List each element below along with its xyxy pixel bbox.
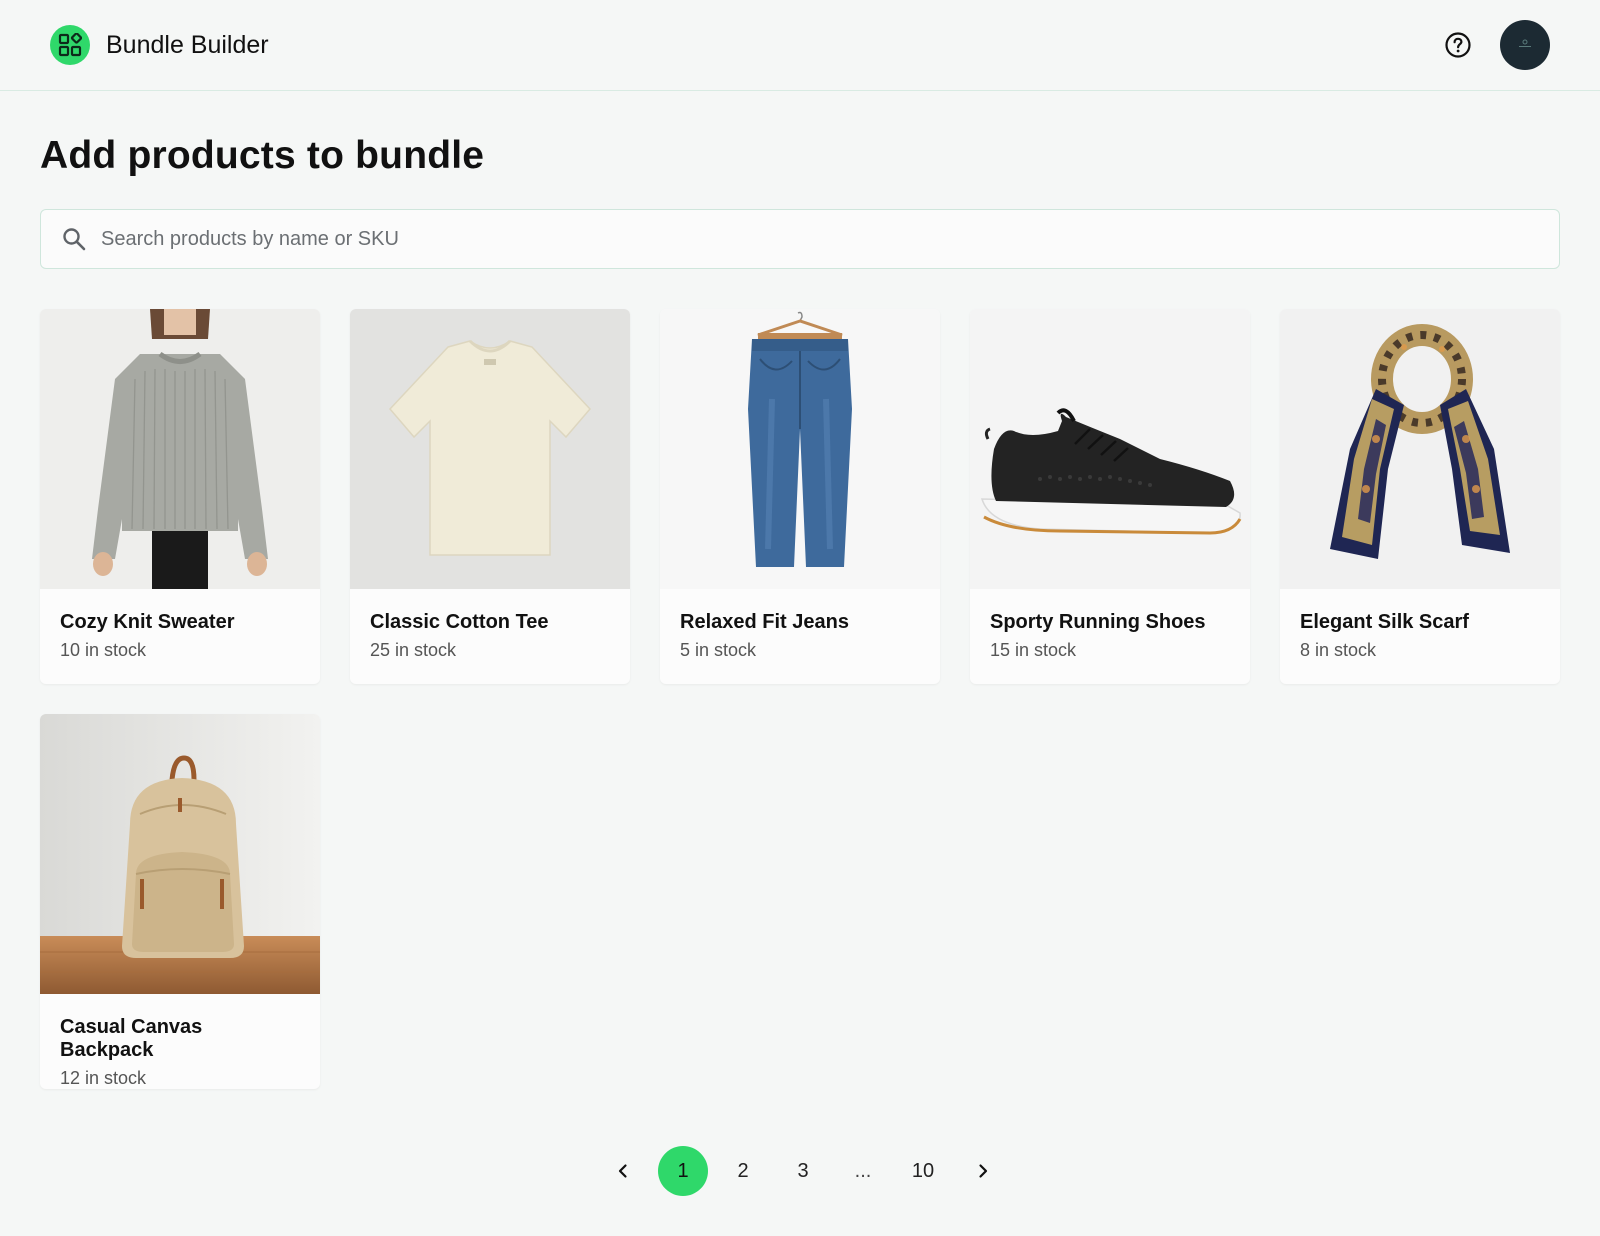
- help-circle-icon: [1445, 32, 1471, 58]
- product-name: Relaxed Fit Jeans: [680, 611, 849, 633]
- brand[interactable]: Bundle Builder: [50, 25, 269, 65]
- product-stock: 12 in stock: [60, 1068, 147, 1088]
- product-name: Casual Canvas Backpack: [60, 1016, 203, 1061]
- sweater-image: [40, 309, 320, 589]
- main-content: Add products to bundle Search products b…: [0, 133, 1600, 1089]
- backpack-image: [40, 714, 320, 994]
- app-title: Bundle Builder: [106, 30, 269, 59]
- product-name: Classic Cotton Tee: [370, 611, 549, 633]
- jeans-image: [660, 309, 940, 589]
- page-button-2[interactable]: 2: [718, 1146, 768, 1196]
- search-input[interactable]: [101, 227, 1539, 251]
- page-button-10[interactable]: 10: [898, 1146, 948, 1196]
- product-card[interactable]: Relaxed Fit Jeans 5 in stock: [660, 309, 940, 684]
- page-button-1[interactable]: 1: [658, 1146, 708, 1196]
- product-grid: Cozy Knit Sweater 10 in stock Classic Co…: [40, 309, 1560, 1089]
- product-stock: 15 in stock: [990, 640, 1077, 660]
- product-card[interactable]: Elegant Silk Scarf 8 in stock: [1280, 309, 1560, 684]
- prev-page-button[interactable]: [598, 1146, 648, 1196]
- scarf-image: [1280, 309, 1560, 589]
- tshirt-image: [350, 309, 630, 589]
- next-page-button[interactable]: [958, 1146, 1008, 1196]
- product-stock: 8 in stock: [1300, 640, 1377, 660]
- app-header: Bundle Builder: [0, 0, 1600, 91]
- avatar-emblem-icon: [1519, 39, 1531, 47]
- product-name: Sporty Running Shoes: [990, 611, 1206, 633]
- search-icon: [61, 226, 87, 252]
- product-stock: 10 in stock: [60, 640, 147, 660]
- product-card[interactable]: Casual Canvas Backpack 12 in stock: [40, 714, 320, 1089]
- product-name: Cozy Knit Sweater: [60, 611, 235, 633]
- avatar[interactable]: [1500, 20, 1550, 70]
- chevron-left-icon: [618, 1164, 627, 1178]
- page-ellipsis: ...: [854, 1159, 872, 1182]
- shoe-image: [970, 309, 1250, 589]
- product-stock: 5 in stock: [680, 640, 757, 660]
- search-bar[interactable]: [40, 209, 1560, 269]
- help-button[interactable]: [1444, 31, 1472, 59]
- product-card[interactable]: Classic Cotton Tee 25 in stock: [350, 309, 630, 684]
- chevron-right-icon: [979, 1164, 988, 1178]
- product-card[interactable]: Cozy Knit Sweater 10 in stock: [40, 309, 320, 684]
- product-stock: 25 in stock: [370, 640, 457, 660]
- page-title: Add products to bundle: [40, 134, 485, 177]
- pagination: 1 2 3 ... 10: [0, 1146, 1600, 1196]
- page-button-3[interactable]: 3: [778, 1146, 828, 1196]
- product-card[interactable]: Sporty Running Shoes 15 in stock: [970, 309, 1250, 684]
- product-name: Elegant Silk Scarf: [1300, 611, 1469, 633]
- bundle-grid-icon: [50, 25, 90, 65]
